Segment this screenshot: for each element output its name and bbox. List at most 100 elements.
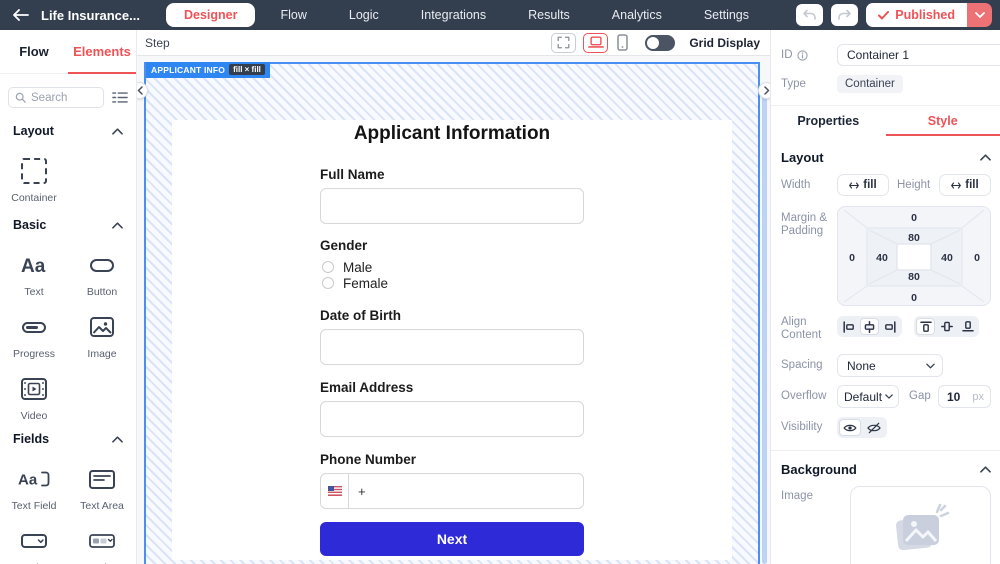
chevron-down-icon	[975, 12, 985, 18]
element-text[interactable]: Aa Text	[0, 242, 68, 304]
spacing-select[interactable]: None	[837, 354, 943, 377]
date-of-birth-label[interactable]: Date of Birth	[320, 308, 584, 323]
redo-button[interactable]	[831, 4, 858, 26]
form-heading[interactable]: Applicant Information	[320, 120, 584, 145]
element-text-area[interactable]: Text Area	[68, 456, 136, 518]
height-value-button[interactable]: fill	[939, 174, 991, 196]
width-value-button[interactable]: fill	[837, 174, 889, 196]
image-placeholder-icon	[890, 503, 952, 555]
gap-field[interactable]: px	[938, 385, 991, 408]
padding-right-value[interactable]: 40	[941, 252, 953, 264]
search-input[interactable]	[31, 92, 93, 104]
margin-left-value[interactable]: 0	[849, 252, 855, 264]
padding-top-value[interactable]: 80	[908, 232, 920, 244]
country-flag-selector[interactable]	[321, 474, 349, 508]
section-basic-header[interactable]: Basic	[0, 218, 136, 232]
element-button[interactable]: Button	[68, 242, 136, 304]
desktop-view-button[interactable]	[583, 33, 608, 53]
layout-section-header[interactable]: Layout	[781, 146, 991, 168]
email-input[interactable]	[320, 401, 584, 437]
text-area-icon	[89, 470, 115, 489]
gender-option-female[interactable]: Female	[322, 275, 584, 291]
hidden-button[interactable]	[863, 419, 885, 436]
full-name-input[interactable]	[320, 188, 584, 224]
element-image[interactable]: Image	[68, 304, 136, 366]
nav-logic[interactable]: Logic	[328, 4, 400, 26]
section-fields-header[interactable]: Fields	[0, 432, 136, 446]
phone-label[interactable]: Phone Number	[320, 452, 584, 467]
canvas-scrollbar[interactable]	[762, 86, 767, 564]
next-button[interactable]: Next	[320, 522, 584, 556]
canvas-viewport[interactable]: APPLICANT INFO fill × fill Applicant Inf…	[137, 56, 770, 564]
nav-settings[interactable]: Settings	[683, 4, 770, 26]
align-top-icon	[920, 321, 932, 332]
element-container[interactable]: Container	[0, 148, 68, 210]
nav-designer[interactable]: Designer	[166, 3, 256, 27]
background-section-header[interactable]: Background	[781, 458, 991, 480]
scroll-right-button[interactable]	[758, 82, 770, 99]
content-box[interactable]	[897, 244, 931, 270]
elements-sidebar: Flow Elements Layout Con	[0, 30, 137, 564]
visibility-group	[837, 417, 887, 438]
select-image-button[interactable]: Select Image	[850, 486, 991, 564]
element-text-field[interactable]: Aa Text Field	[0, 456, 68, 518]
align-bottom-icon	[962, 321, 974, 332]
date-of-birth-input[interactable]	[320, 329, 584, 365]
margin-padding-diagram[interactable]: 0 80 0 40 40 0 80 0	[837, 206, 991, 306]
margin-bottom-value[interactable]: 0	[911, 292, 917, 304]
align-left-button[interactable]	[839, 318, 858, 335]
nav-results[interactable]: Results	[507, 4, 591, 26]
padding-bottom-value[interactable]: 80	[908, 271, 920, 283]
phone-input[interactable]: +	[320, 473, 584, 509]
radio-male[interactable]	[322, 261, 334, 273]
back-icon[interactable]	[12, 9, 29, 21]
tab-style[interactable]: Style	[886, 106, 1000, 136]
nav-flow[interactable]: Flow	[259, 4, 327, 26]
email-label[interactable]: Email Address	[320, 380, 584, 395]
tab-elements[interactable]: Elements	[68, 30, 136, 73]
list-icon	[112, 91, 128, 104]
fit-view-button[interactable]	[551, 33, 576, 53]
published-button[interactable]: Published	[866, 3, 967, 27]
background-image-label: Image	[781, 486, 850, 503]
nav-analytics[interactable]: Analytics	[591, 4, 683, 26]
form-title: Life Insurance...	[41, 8, 140, 23]
undo-button[interactable]	[796, 4, 823, 26]
visible-button[interactable]	[839, 419, 861, 436]
section-layout-header[interactable]: Layout	[0, 124, 136, 138]
search-box[interactable]	[8, 87, 104, 108]
selection-size-badge: fill × fill	[229, 64, 265, 75]
selection-tag[interactable]: APPLICANT INFO fill × fill	[146, 62, 270, 78]
element-dropdown[interactable]: Dropdown	[0, 518, 68, 564]
align-right-button[interactable]	[881, 318, 900, 335]
margin-right-value[interactable]: 0	[974, 252, 980, 264]
tab-properties[interactable]: Properties	[771, 106, 886, 136]
chevron-left-icon	[137, 86, 143, 95]
tab-flow[interactable]: Flow	[0, 30, 68, 73]
gender-label[interactable]: Gender	[320, 238, 584, 253]
selected-container[interactable]: APPLICANT INFO fill × fill Applicant Inf…	[144, 62, 760, 564]
top-bar: Life Insurance... Designer Flow Logic In…	[0, 0, 1000, 30]
align-bottom-button[interactable]	[958, 318, 977, 335]
overflow-select[interactable]: Default	[837, 385, 899, 408]
align-center-button[interactable]	[860, 318, 879, 335]
gender-option-male[interactable]: Male	[322, 259, 584, 275]
element-progress[interactable]: Progress	[0, 304, 68, 366]
element-video[interactable]: Video	[0, 366, 68, 428]
align-middle-button[interactable]	[937, 318, 956, 335]
radio-female[interactable]	[322, 277, 334, 289]
published-label: Published	[895, 8, 955, 22]
list-view-button[interactable]	[112, 91, 128, 104]
mobile-view-button[interactable]	[615, 34, 630, 51]
align-top-button[interactable]	[916, 318, 935, 335]
grid-display-toggle[interactable]	[645, 35, 675, 51]
full-name-label[interactable]: Full Name	[320, 167, 584, 182]
padding-left-value[interactable]: 40	[876, 252, 888, 264]
nav-integrations[interactable]: Integrations	[400, 4, 507, 26]
container-id-input[interactable]	[837, 44, 1000, 66]
publish-dropdown-button[interactable]	[967, 3, 992, 27]
top-nav: Designer Flow Logic Integrations Results…	[166, 3, 770, 27]
gap-input[interactable]	[947, 390, 969, 404]
margin-top-value[interactable]: 0	[911, 212, 917, 224]
element-dropdown-multiselect[interactable]: Dropdown Multiselect	[68, 518, 136, 564]
